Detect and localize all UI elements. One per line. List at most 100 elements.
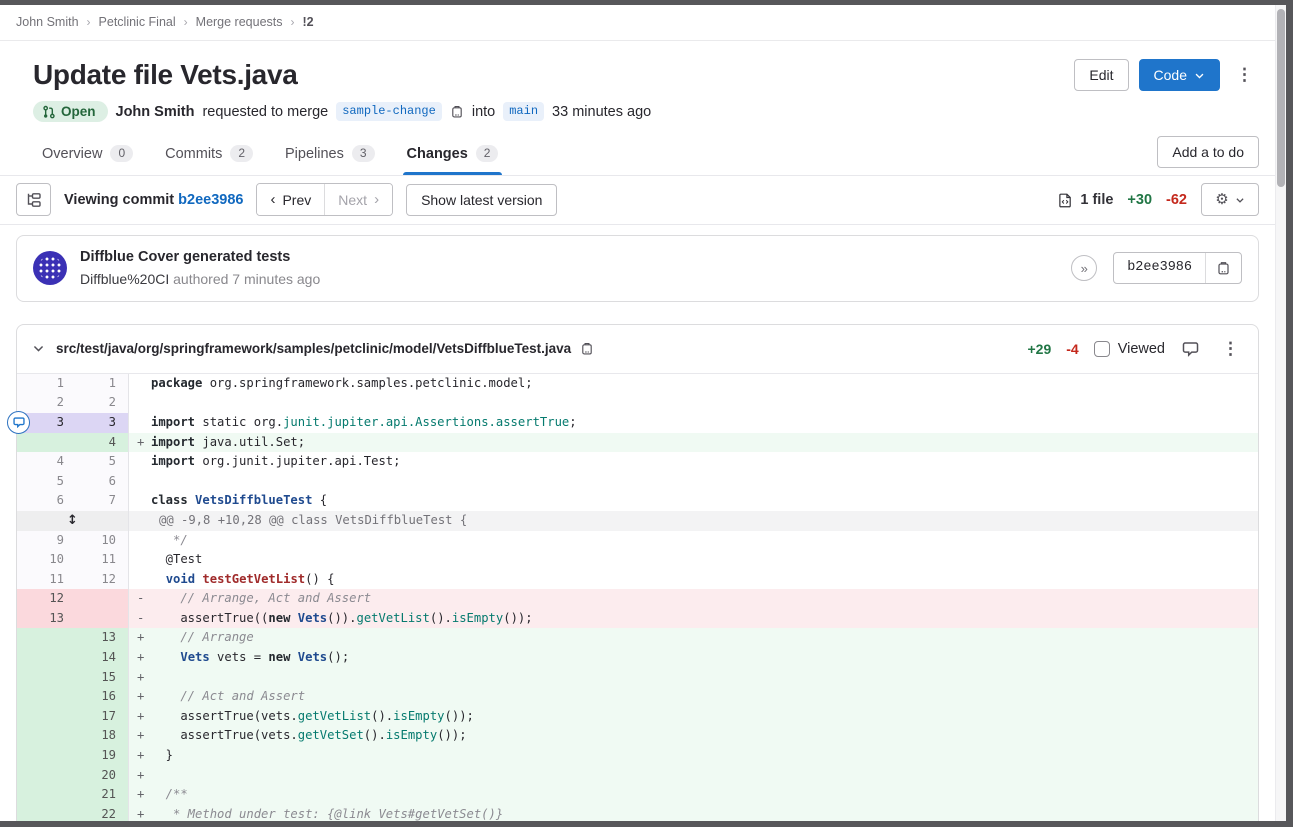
new-line-number[interactable]: 6 [73, 472, 129, 492]
next-commit-button[interactable]: Next › [325, 184, 392, 215]
new-line-number[interactable]: 14 [73, 648, 129, 668]
add-todo-button[interactable]: Add a to do [1157, 136, 1259, 168]
tab-overview[interactable]: Overview0 [28, 134, 147, 175]
tab-count-badge: 2 [476, 145, 499, 162]
old-line-number[interactable]: 1 [17, 374, 73, 394]
breadcrumb-item[interactable]: Petclinic Final [99, 15, 176, 29]
line-content: + // Act and Assert [129, 687, 1258, 707]
new-line-number[interactable] [73, 589, 129, 609]
commit-authored-text: authored 7 minutes ago [173, 271, 320, 287]
viewing-commit-label: Viewing commit [64, 192, 178, 208]
file-code-icon [1058, 192, 1073, 208]
old-line-number[interactable] [17, 707, 73, 727]
old-line-number[interactable]: 5 [17, 472, 73, 492]
viewed-checkbox[interactable] [1094, 341, 1110, 357]
old-line-number[interactable] [17, 766, 73, 786]
diff-file-header: src/test/java/org/springframework/sample… [17, 325, 1258, 374]
tab-changes[interactable]: Changes2 [393, 134, 513, 175]
commit-title[interactable]: Diffblue Cover generated tests [80, 247, 320, 269]
old-line-number[interactable]: 4 [17, 452, 73, 472]
line-content: + assertTrue(vets.getVetSet().isEmpty())… [129, 726, 1258, 746]
viewing-commit-sha-link[interactable]: b2ee3986 [178, 192, 243, 208]
file-tree-toggle-icon[interactable] [16, 183, 51, 216]
tab-commits[interactable]: Commits2 [151, 134, 267, 175]
old-line-number[interactable] [17, 648, 73, 668]
old-line-number[interactable]: 2 [17, 393, 73, 413]
new-line-number[interactable]: 13 [73, 628, 129, 648]
line-content: void testGetVetList() { [129, 570, 1258, 590]
copy-file-path-icon[interactable] [580, 341, 594, 356]
new-line-number[interactable]: 4 [73, 433, 129, 453]
breadcrumb-separator-icon: › [291, 15, 295, 29]
edit-button[interactable]: Edit [1074, 59, 1128, 91]
diff-sign: + [129, 766, 151, 786]
new-line-number[interactable]: 17 [73, 707, 129, 727]
tab-count-badge: 3 [352, 145, 375, 162]
viewed-toggle[interactable]: Viewed [1094, 341, 1165, 357]
tab-pipelines[interactable]: Pipelines3 [271, 134, 389, 175]
source-branch-badge[interactable]: sample-change [336, 102, 442, 121]
collapse-commit-icon[interactable]: » [1071, 255, 1097, 281]
breadcrumb-item[interactable]: John Smith [16, 15, 79, 29]
comment-indicator-icon[interactable] [7, 411, 30, 434]
new-line-number[interactable]: 20 [73, 766, 129, 786]
new-line-number[interactable]: 10 [73, 531, 129, 551]
commit-author-avatar[interactable] [33, 251, 67, 285]
new-line-number[interactable]: 2 [73, 393, 129, 413]
diff-line-row: 11package org.springframework.samples.pe… [17, 374, 1258, 394]
file-options-kebab-icon[interactable]: ⋮ [1216, 335, 1245, 363]
old-line-number[interactable] [17, 805, 73, 821]
new-line-number[interactable]: 22 [73, 805, 129, 821]
expand-lines-icon[interactable]: ↕ [67, 511, 78, 531]
new-line-number[interactable]: 16 [73, 687, 129, 707]
breadcrumb-item[interactable]: !2 [303, 15, 314, 29]
target-branch-badge[interactable]: main [503, 102, 544, 121]
file-path[interactable]: src/test/java/org/springframework/sample… [56, 341, 571, 356]
more-actions-kebab-icon[interactable]: ⋮ [1230, 61, 1259, 89]
new-line-number[interactable]: 15 [73, 668, 129, 688]
old-line-number[interactable]: 6 [17, 491, 73, 511]
new-line-number[interactable]: 7 [73, 491, 129, 511]
prev-commit-button[interactable]: ‹ Prev [257, 184, 325, 215]
diff-settings-button[interactable]: ⚙ [1201, 183, 1259, 216]
old-line-number[interactable] [17, 746, 73, 766]
mr-author[interactable]: John Smith [116, 104, 195, 120]
new-line-number[interactable]: 5 [73, 452, 129, 472]
old-line-number[interactable]: 11 [17, 570, 73, 590]
page-scrollbar[interactable] [1275, 5, 1286, 821]
new-line-number[interactable]: 18 [73, 726, 129, 746]
breadcrumb-separator-icon: › [184, 15, 188, 29]
code-button[interactable]: Code [1139, 59, 1220, 91]
old-line-number[interactable]: 12 [17, 589, 73, 609]
diff-sign: + [129, 433, 151, 453]
new-line-number[interactable]: 1 [73, 374, 129, 394]
new-line-number[interactable]: 3 [73, 413, 129, 433]
breadcrumb-item[interactable]: Merge requests [196, 15, 283, 29]
code-text [151, 766, 1258, 786]
new-line-number[interactable]: 21 [73, 785, 129, 805]
copy-sha-icon[interactable] [1205, 253, 1241, 283]
copy-branch-icon[interactable] [450, 104, 464, 119]
old-line-number[interactable]: 10 [17, 550, 73, 570]
old-line-number[interactable] [17, 668, 73, 688]
scrollbar-thumb[interactable] [1277, 9, 1285, 187]
merge-request-icon [42, 105, 56, 119]
new-line-number[interactable]: 19 [73, 746, 129, 766]
diff-line-row: 910 */ [17, 531, 1258, 551]
old-line-number[interactable] [17, 785, 73, 805]
new-line-number[interactable]: 11 [73, 550, 129, 570]
old-line-number[interactable]: 9 [17, 531, 73, 551]
file-comment-icon[interactable] [1180, 338, 1201, 359]
commit-sha[interactable]: b2ee3986 [1114, 253, 1205, 283]
new-line-number[interactable] [73, 609, 129, 629]
old-line-number[interactable] [17, 726, 73, 746]
old-line-number[interactable]: 13 [17, 609, 73, 629]
old-line-number[interactable] [17, 433, 73, 453]
old-line-number[interactable] [17, 687, 73, 707]
next-label: Next [338, 192, 367, 208]
line-content: + * Method under test: {@link Vets#getVe… [129, 805, 1258, 821]
show-latest-version-button[interactable]: Show latest version [406, 184, 557, 216]
new-line-number[interactable]: 12 [73, 570, 129, 590]
old-line-number[interactable] [17, 628, 73, 648]
collapse-file-chevron-icon[interactable] [30, 340, 47, 357]
